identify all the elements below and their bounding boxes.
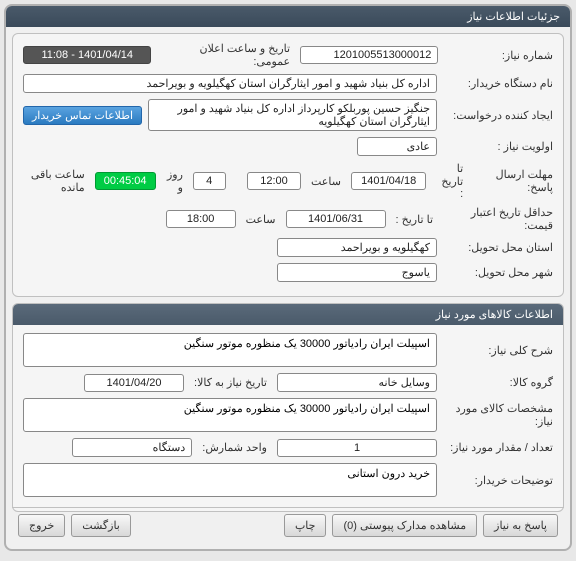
general-desc-field: اسپیلت ایران رادیاتور 30000 یک منظوره مو…: [23, 333, 437, 367]
goods-group-label: گروه کالا:: [443, 376, 553, 389]
delivery-city-label: شهر محل تحویل:: [443, 266, 553, 279]
goods-section: اطلاعات کالاهای مورد نیاز شرح کلی نیاز: …: [12, 303, 564, 512]
priority-field: عادی: [357, 137, 437, 156]
back-button[interactable]: بازگشت: [71, 514, 131, 537]
general-desc-label: شرح کلی نیاز:: [443, 344, 553, 357]
exit-button[interactable]: خروج: [18, 514, 65, 537]
delivery-city-field: یاسوج: [277, 263, 437, 282]
request-creator-label: ایجاد کننده درخواست:: [443, 109, 553, 122]
delivery-province-label: استان محل تحویل:: [443, 241, 553, 254]
announce-date-label: تاریخ و ساعت اعلان عمومی:: [157, 42, 294, 68]
priority-label: اولویت نیاز :: [443, 140, 553, 153]
unit-label: واحد شمارش:: [198, 441, 271, 454]
reply-button[interactable]: پاسخ به نیاز: [483, 514, 558, 537]
buyer-org-field: اداره کل بنیاد شهید و امور ایثارگران است…: [23, 74, 437, 93]
main-container: جزئیات اطلاعات نیاز شماره نیاز: 12010055…: [4, 4, 572, 551]
need-date-field: 1401/04/20: [84, 374, 184, 392]
to-date-label-1: تا تاریخ :: [432, 162, 467, 200]
goods-group-field: وسایل خانه: [277, 373, 437, 392]
remaining-label: ساعت باقی مانده: [23, 168, 89, 194]
need-number-label: شماره نیاز:: [444, 49, 553, 62]
reply-deadline-label: مهلت ارسال پاسخ:: [473, 168, 553, 194]
quantity-label: تعداد / مقدار مورد نیاز:: [443, 441, 553, 454]
buyer-notes-label: توضیحات خریدار:: [443, 474, 553, 487]
to-date-label-2: تا تاریخ :: [392, 213, 437, 226]
validity-date-field: 1401/06/31: [286, 210, 386, 228]
unit-field: دستگاه: [72, 438, 192, 457]
goods-spec-label: مشخصات کالای مورد نیاز:: [443, 402, 553, 428]
title-bar: جزئیات اطلاعات نیاز: [6, 6, 570, 27]
print-button[interactable]: چاپ: [284, 514, 327, 537]
quantity-field: 1: [277, 439, 437, 457]
need-info-section: شماره نیاز: 1201005513000012 تاریخ و ساع…: [12, 33, 564, 297]
min-price-validity-label: حداقل تاریخ اعتبار قیمت:: [443, 206, 553, 232]
goods-section-header: اطلاعات کالاهای مورد نیاز: [13, 304, 563, 325]
buyer-org-label: نام دستگاه خریدار:: [443, 77, 553, 90]
time-left-field: 00:45:04: [95, 172, 156, 190]
days-label: روز و: [162, 168, 187, 194]
days-left-field: 4: [193, 172, 226, 190]
contact-buyer-button[interactable]: اطلاعات تماس خریدار: [23, 106, 142, 125]
attachments-button[interactable]: مشاهده مدارک پیوستی (0): [332, 514, 477, 537]
buyer-notes-field: خرید درون استانی: [23, 463, 437, 497]
need-date-label: تاریخ نیاز به کالا:: [190, 376, 271, 389]
delivery-province-field: کهگیلویه و بویراحمد: [277, 238, 437, 257]
time-label-1: ساعت: [307, 175, 345, 188]
validity-time-field: 18:00: [166, 210, 236, 228]
request-creator-field: جنگیز حسین پوربلکو کارپرداز اداره کل بنی…: [148, 99, 437, 131]
time-label-2: ساعت: [242, 213, 280, 226]
footer-bar: پاسخ به نیاز مشاهده مدارک پیوستی (0) چاپ…: [12, 507, 564, 543]
deadline-time-field: 12:00: [247, 172, 301, 190]
deadline-date-field: 1401/04/18: [351, 172, 426, 190]
need-number-field: 1201005513000012: [300, 46, 438, 64]
announce-date-field: 1401/04/14 - 11:08: [23, 46, 151, 64]
goods-spec-field: اسپیلت ایران رادیاتور 30000 یک منظوره مو…: [23, 398, 437, 432]
